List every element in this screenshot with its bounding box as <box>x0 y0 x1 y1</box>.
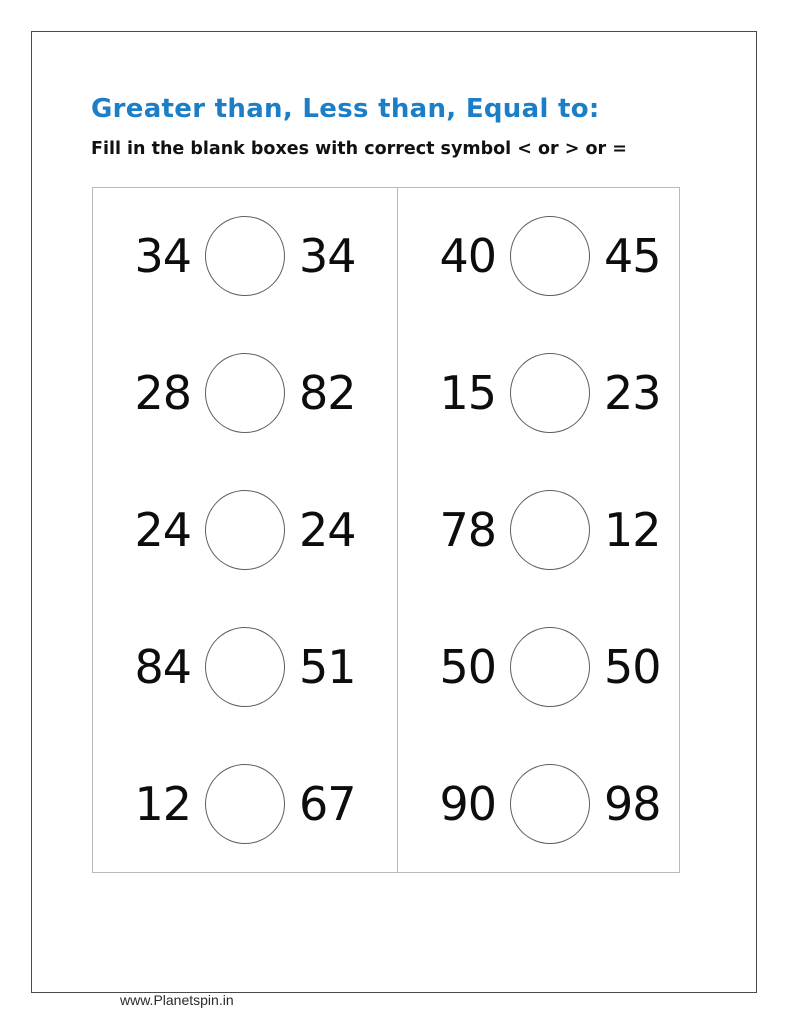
page-title: Greater than, Less than, Equal to: <box>91 94 600 124</box>
operand-right: 34 <box>299 229 357 284</box>
operand-left: 34 <box>134 229 192 284</box>
operand-right: 98 <box>604 776 662 831</box>
operand-right: 12 <box>604 502 662 557</box>
operand-right: 23 <box>604 366 662 421</box>
answer-circle[interactable] <box>510 353 590 434</box>
problem-row: 28 82 <box>93 325 397 462</box>
problem-row: 84 51 <box>93 598 397 735</box>
operand-right: 24 <box>299 502 357 557</box>
problems-column-left: 34 34 28 82 24 24 84 51 12 67 <box>93 188 397 872</box>
operand-left: 28 <box>134 366 192 421</box>
problem-row: 40 45 <box>398 188 702 325</box>
footer-website: www.Planetspin.in <box>120 992 234 1008</box>
operand-right: 67 <box>299 776 357 831</box>
answer-circle[interactable] <box>510 489 590 570</box>
worksheet-page-frame: Greater than, Less than, Equal to: Fill … <box>31 31 757 1008</box>
answer-circle[interactable] <box>510 216 590 297</box>
problem-row: 90 98 <box>398 735 702 872</box>
problem-row: 12 67 <box>93 735 397 872</box>
problem-row: 34 34 <box>93 188 397 325</box>
problems-table: 34 34 28 82 24 24 84 51 12 67 40 45 15 2… <box>92 187 680 873</box>
answer-circle[interactable] <box>205 489 285 570</box>
operand-right: 82 <box>299 366 357 421</box>
instruction-text: Fill in the blank boxes with correct sym… <box>91 139 627 159</box>
answer-circle[interactable] <box>205 763 285 844</box>
answer-circle[interactable] <box>510 626 590 707</box>
problems-column-right: 40 45 15 23 78 12 50 50 90 98 <box>397 188 702 872</box>
operand-left: 50 <box>439 639 497 694</box>
operand-left: 90 <box>439 776 497 831</box>
answer-circle[interactable] <box>205 626 285 707</box>
answer-circle[interactable] <box>205 216 285 297</box>
problem-row: 24 24 <box>93 462 397 599</box>
operand-left: 12 <box>134 776 192 831</box>
problem-row: 50 50 <box>398 598 702 735</box>
operand-left: 24 <box>134 502 192 557</box>
answer-circle[interactable] <box>205 353 285 434</box>
operand-right: 51 <box>299 639 357 694</box>
operand-left: 78 <box>439 502 497 557</box>
operand-left: 15 <box>439 366 497 421</box>
problem-row: 15 23 <box>398 325 702 462</box>
operand-right: 50 <box>604 639 662 694</box>
operand-left: 40 <box>439 229 497 284</box>
problem-row: 78 12 <box>398 462 702 599</box>
operand-right: 45 <box>604 229 662 284</box>
operand-left: 84 <box>134 639 192 694</box>
answer-circle[interactable] <box>510 763 590 844</box>
